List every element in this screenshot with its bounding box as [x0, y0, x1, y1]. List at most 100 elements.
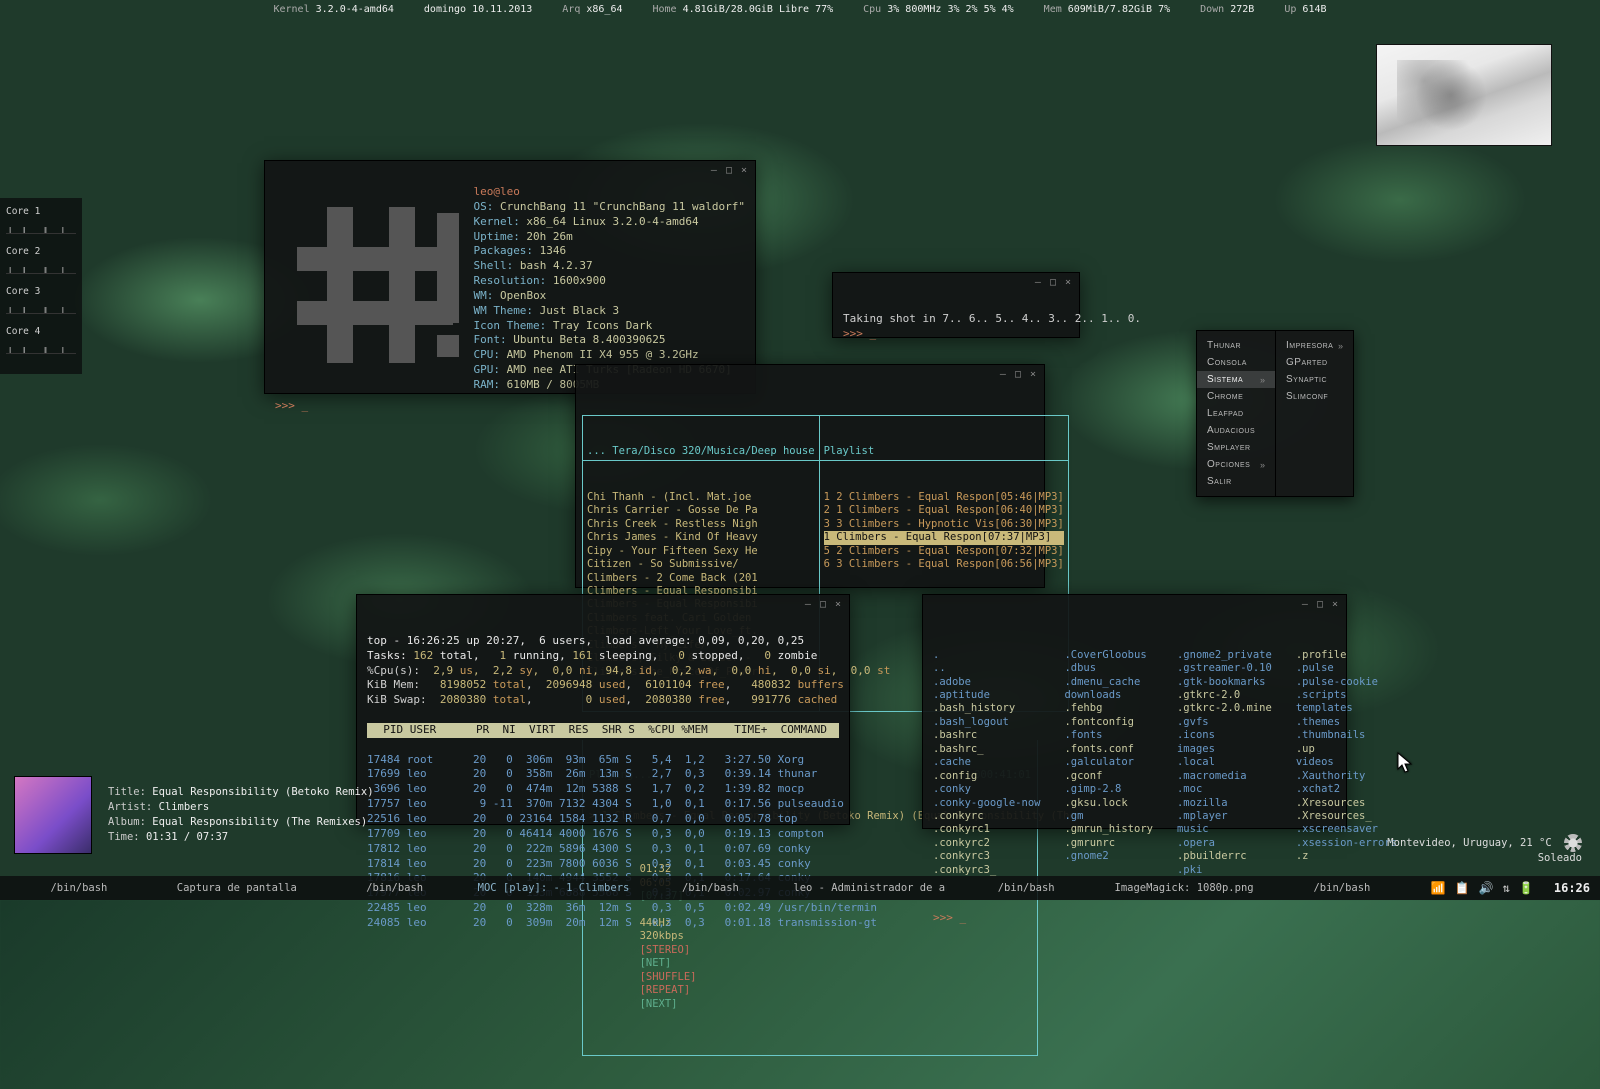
taskbar-task[interactable]: /bin/bash	[0, 882, 158, 894]
menu-item[interactable]: GParted	[1276, 354, 1353, 371]
ls-entry: .bash_history	[933, 702, 1040, 715]
maximize-icon[interactable]: □	[1317, 599, 1323, 610]
menu-item[interactable]: Leafpad	[1197, 405, 1275, 422]
playlist-item[interactable]: 2 1 Climbers - Equal Respon[06:40|MP3]	[824, 504, 1064, 517]
file-item[interactable]: Chris Carrier - Gosse De Pa	[587, 504, 815, 517]
playlist-label: Playlist	[820, 444, 1068, 460]
taskbar-task[interactable]: leo - Administrador de archivos	[789, 882, 947, 894]
maximize-icon[interactable]: □	[726, 165, 732, 176]
sun-icon	[1564, 834, 1582, 852]
ls-entry: .gtk-bookmarks	[1177, 676, 1272, 689]
menu-item[interactable]: Synaptic	[1276, 371, 1353, 388]
ls-entry: .gmrun_history	[1064, 823, 1153, 836]
taskbar-task[interactable]: MOC [play]: - 1 Climbers - Equal R…	[474, 882, 632, 894]
weather-widget: Montevideo, Uruguay, 21 °C Soleado	[1387, 834, 1582, 864]
ls-entry: .pulse-cookie	[1296, 676, 1397, 689]
playlist-item[interactable]: 1 2 Climbers - Equal Respon[05:46|MP3]	[824, 491, 1064, 504]
top-cpu-line: %Cpu(s): 2,9 us, 2,2 sy, 0,0 ni, 94,8 id…	[367, 664, 890, 677]
ls-entry: .icons	[1177, 729, 1272, 742]
file-item[interactable]: Cipy - Your Fifteen Sexy He	[587, 545, 815, 558]
prompt: >>> _	[275, 399, 308, 412]
openbox-context-menu[interactable]: ThunarConsolaSistema»ChromeLeafpadAudaci…	[1196, 330, 1354, 497]
clock[interactable]: 16:26	[1544, 881, 1600, 895]
minimize-icon[interactable]: –	[1302, 599, 1308, 610]
playlist-item[interactable]: 6 3 Climbers - Equal Respon[06:56|MP3]	[824, 558, 1064, 571]
minimize-icon[interactable]: –	[1000, 369, 1006, 380]
volume-icon[interactable]: 🔊	[1479, 881, 1494, 895]
menu-item[interactable]: Smplayer	[1197, 439, 1275, 456]
network-icon[interactable]: ⇅	[1503, 881, 1510, 895]
taskbar-task[interactable]: /bin/bash	[947, 882, 1105, 894]
taskbar-task[interactable]: /bin/bash	[1263, 882, 1421, 894]
taskbar-task[interactable]: /bin/bash	[316, 882, 474, 894]
close-icon[interactable]: ×	[1030, 369, 1036, 380]
terminal-countdown[interactable]: – □ × Taking shot in 7.. 6.. 5.. 4.. 3..…	[832, 272, 1080, 338]
close-icon[interactable]: ×	[741, 165, 747, 176]
ls-entry: .conkyrc3	[933, 850, 1040, 863]
file-item[interactable]: Climbers - 2 Come Back (201	[587, 572, 815, 585]
maximize-icon[interactable]: □	[1050, 277, 1056, 288]
ls-entry: .macromedia	[1177, 770, 1272, 783]
menu-item[interactable]: Thunar	[1197, 337, 1275, 354]
playlist-item[interactable]: 1 Climbers - Equal Respon[07:37|MP3]	[824, 531, 1064, 544]
maximize-icon[interactable]: □	[1015, 369, 1021, 380]
taskbar-task[interactable]: /bin/bash	[632, 882, 790, 894]
clipboard-icon[interactable]: 📋	[1455, 881, 1470, 895]
ls-entry: .xchat2	[1296, 783, 1397, 796]
minimize-icon[interactable]: –	[805, 599, 811, 610]
cpu-cores-widget: Core 1 Core 2 Core 3 Core 4	[0, 198, 82, 374]
top-swap-line: KiB Swap: 2080380 total, 0 used, 2080380…	[367, 693, 837, 706]
menu-item[interactable]: Audacious	[1197, 422, 1275, 439]
file-item[interactable]: Chris James - Kind Of Heavy	[587, 531, 815, 544]
ls-entry: .conkyrc1	[933, 823, 1040, 836]
moc-player-window[interactable]: – □ × ... Tera/Disco 320/Musica/Deep hou…	[575, 364, 1045, 588]
file-item[interactable]: Citizen - So Submissive/	[587, 558, 815, 571]
menu-item[interactable]: Slimconf	[1276, 388, 1353, 405]
ls-entry: .mozilla	[1177, 797, 1272, 810]
ls-entry: .xscreensaver	[1296, 823, 1397, 836]
ls-entry: .gvfs	[1177, 716, 1272, 729]
ls-entry: .gconf	[1064, 770, 1153, 783]
menu-item[interactable]: Sistema»	[1197, 371, 1275, 388]
playlist-item[interactable]: 5 2 Climbers - Equal Respon[07:32|MP3]	[824, 545, 1064, 558]
core-label: Core 3	[6, 286, 76, 297]
prompt: >>> _	[933, 911, 1336, 926]
minimize-icon[interactable]: –	[711, 165, 717, 176]
close-icon[interactable]: ×	[835, 599, 841, 610]
top-mem-line: KiB Mem: 8198052 total, 2096948 used, 61…	[367, 678, 844, 691]
taskbar-task[interactable]: Captura de pantalla	[158, 882, 316, 894]
moc-path: ... Tera/Disco 320/Musica/Deep house	[583, 444, 819, 460]
battery-icon[interactable]: 🔋	[1519, 881, 1534, 895]
minimize-icon[interactable]: –	[1035, 277, 1041, 288]
ls-entry: .bash_logout	[933, 716, 1040, 729]
menu-item[interactable]: Chrome	[1197, 388, 1275, 405]
menu-item[interactable]: Consola	[1197, 354, 1275, 371]
prompt: >>> _	[843, 327, 876, 340]
taskbar-task[interactable]: ImageMagick: 1080p.png	[1105, 882, 1263, 894]
ls-entry: .gimp-2.8	[1064, 783, 1153, 796]
menu-item[interactable]: Salir	[1197, 473, 1275, 490]
terminal-ls[interactable]: – □ × ....adobe.aptitude.bash_history.ba…	[922, 594, 1347, 829]
crunchbang-logo-icon	[285, 195, 453, 375]
ls-entry: .conkyrc	[933, 810, 1040, 823]
terminal-screenfetch[interactable]: – □ × leo@leo OS: CrunchBang 11 "CrunchB…	[264, 160, 756, 394]
ls-entry: .galculator	[1064, 756, 1153, 769]
ls-entry: .gstreamer-0.10	[1177, 662, 1272, 675]
close-icon[interactable]: ×	[1065, 277, 1071, 288]
ls-entry: .dbus	[1064, 662, 1153, 675]
terminal-top[interactable]: – □ × top - 16:26:25 up 20:27, 6 users, …	[356, 594, 850, 825]
ls-entry: .themes	[1296, 716, 1397, 729]
playlist-item[interactable]: 3 3 Climbers - Hypnotic Vis[06:30|MP3]	[824, 518, 1064, 531]
ls-entry: .conky	[933, 783, 1040, 796]
file-item[interactable]: Chris Creek - Restless Nigh	[587, 518, 815, 531]
close-icon[interactable]: ×	[1332, 599, 1338, 610]
wifi-icon[interactable]: 📶	[1431, 881, 1446, 895]
maximize-icon[interactable]: □	[820, 599, 826, 610]
taskbar[interactable]: /bin/bashCaptura de pantalla/bin/bashMOC…	[0, 876, 1600, 900]
ls-entry: .bashrc	[933, 729, 1040, 742]
ls-entry: .opera	[1177, 837, 1272, 850]
menu-item[interactable]: Impresora»	[1276, 337, 1353, 354]
menu-item[interactable]: Opciones»	[1197, 456, 1275, 473]
file-item[interactable]: Chi Thanh - (Incl. Mat.joe	[587, 491, 815, 504]
ls-entry: .local	[1177, 756, 1272, 769]
